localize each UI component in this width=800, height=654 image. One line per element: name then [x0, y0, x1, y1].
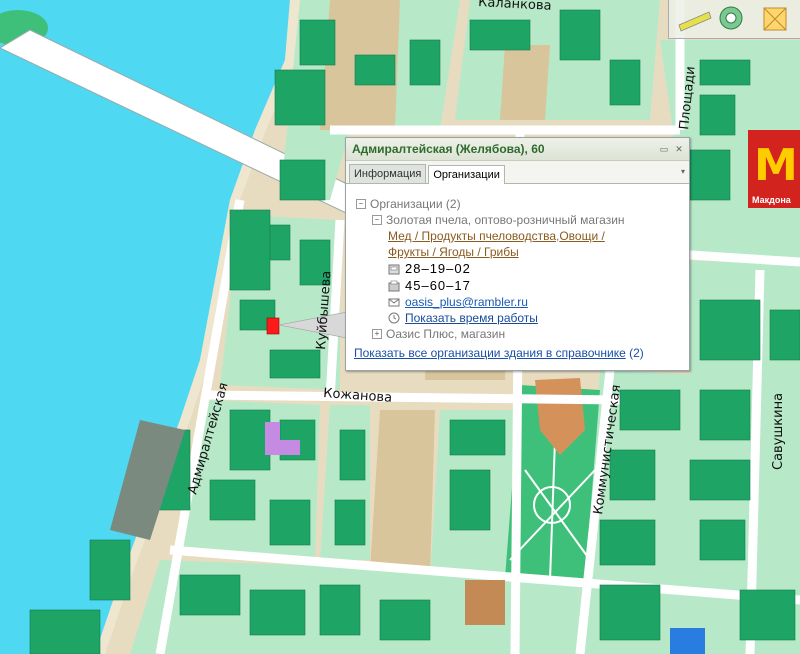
org-item: − Золотая пчела, оптово-розничный магази… — [356, 212, 676, 228]
building-popup: Адмиралтейская (Желябова), 60 ▭ ✕ Информ… — [345, 137, 690, 371]
expand-icon[interactable]: + — [372, 329, 382, 339]
clock-icon — [388, 312, 400, 324]
show-all-orgs[interactable]: Показать все организации здания в справо… — [354, 346, 644, 360]
email-link[interactable]: oasis_plus@rambler.ru — [405, 295, 528, 309]
collapse-icon[interactable]: − — [372, 215, 382, 225]
orange-building — [465, 580, 505, 625]
hours-row: Показать время работы — [356, 310, 676, 326]
fax-icon — [388, 280, 400, 291]
tab-scroll-icon[interactable]: ▾ — [681, 167, 685, 176]
map-toolbar — [668, 0, 800, 39]
popup-header: Адмиралтейская (Желябова), 60 ▭ ✕ — [346, 138, 689, 161]
close-icon[interactable]: ✕ — [674, 144, 684, 154]
tree-root-label: Организации (2) — [370, 197, 461, 211]
tab-organizations[interactable]: Организации — [428, 165, 505, 184]
show-all-orgs-link[interactable]: Показать все организации здания в справо… — [354, 346, 626, 360]
zoom-icon[interactable] — [719, 6, 743, 30]
collapse-icon[interactable]: − — [356, 199, 366, 209]
email-row: oasis_plus@rambler.ru — [356, 294, 676, 310]
org-categories: Мед / Продукты пчеловодства, Овощи / — [356, 228, 676, 244]
category-link-vegetables[interactable]: Овощи / — [559, 229, 605, 243]
svg-text:M: M — [754, 140, 798, 191]
org-name: Оазис Плюс, магазин — [386, 327, 506, 341]
show-hours-link[interactable]: Показать время работы — [405, 311, 538, 325]
phone-icon — [388, 264, 400, 274]
ruler-icon[interactable] — [678, 11, 712, 32]
selected-building[interactable] — [266, 317, 280, 335]
org-name: Золотая пчела, оптово-розничный магазин — [386, 213, 625, 227]
tab-info[interactable]: Информация — [349, 164, 427, 183]
mcdonalds-label: Макдона — [752, 195, 792, 205]
street-label-savushkina: Савушкина — [771, 393, 786, 470]
org-categories-2: Фрукты / Ягоды / Грибы — [356, 244, 676, 260]
show-all-orgs-count: (2) — [629, 346, 644, 360]
minimize-icon[interactable]: ▭ — [659, 144, 669, 154]
phone-row: 28–19–02 — [356, 260, 676, 277]
mcdonalds-logo[interactable]: M Макдона — [748, 130, 800, 208]
popup-tabs: Информация Организации ▾ — [346, 161, 689, 184]
org-tree: − Организации (2) − Золотая пчела, оптов… — [356, 196, 676, 342]
fax-row: 45–60–17 — [356, 277, 676, 294]
category-link-honey[interactable]: Мед / Продукты пчеловодства — [388, 229, 556, 243]
layers-icon[interactable] — [763, 7, 787, 31]
popup-title: Адмиралтейская (Желябова), 60 — [352, 142, 545, 156]
blue-building — [670, 628, 705, 654]
tree-root: − Организации (2) — [356, 196, 676, 212]
org-item: + Оазис Плюс, магазин — [356, 326, 676, 342]
category-link-fruits[interactable]: Фрукты / Ягоды / Грибы — [388, 245, 519, 259]
popup-body: − Организации (2) − Золотая пчела, оптов… — [346, 184, 689, 370]
email-icon — [388, 298, 400, 307]
phone-number: 28–19–02 — [405, 261, 471, 276]
fax-number: 45–60–17 — [405, 278, 471, 293]
